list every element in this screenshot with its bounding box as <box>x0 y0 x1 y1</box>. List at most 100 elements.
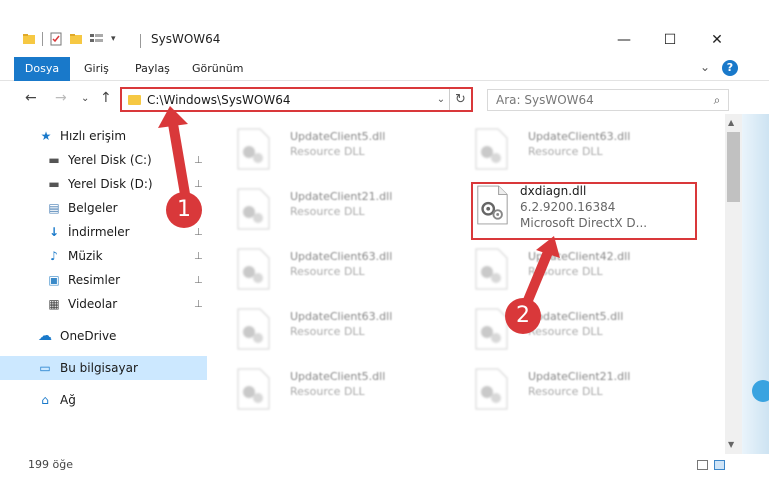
forward-arrow-icon[interactable]: → <box>55 90 67 106</box>
search-placeholder[interactable]: Ara: SysWOW64 <box>496 93 706 107</box>
properties-icon[interactable] <box>49 32 63 46</box>
videos-icon: ▦ <box>48 297 60 311</box>
sidebar-item-label: Bu bilgisayar <box>60 361 138 375</box>
maximize-button[interactable]: ☐ <box>647 26 693 54</box>
decorative-ball <box>752 380 769 402</box>
title-divider <box>140 34 141 48</box>
folder-icon[interactable] <box>22 32 36 46</box>
item-count: 199 öğe <box>28 458 73 471</box>
file-tile[interactable]: UpdateClient63.dll Resource DLL <box>226 302 451 352</box>
scroll-thumb[interactable] <box>727 132 740 202</box>
address-bar[interactable]: C:\Windows\SysWOW64 ⌄ ↻ <box>120 87 473 112</box>
sidebar-item-pictures[interactable]: ▣ Resimler ⊥ <box>0 268 207 292</box>
details-view-icon[interactable] <box>697 460 708 470</box>
vertical-scrollbar[interactable]: ▲ ▼ <box>725 114 742 454</box>
navigation-bar: ← → ⌄ ↑ C:\Windows\SysWOW64 ⌄ ↻ Ara: Sys… <box>0 84 769 114</box>
dll-file-icon <box>475 128 508 170</box>
file-list: UpdateClient5.dll Resource DLL UpdateCli… <box>210 118 725 454</box>
address-dropdown-icon[interactable]: ⌄ <box>433 94 449 105</box>
file-tile[interactable]: UpdateClient5.dll Resource DLL <box>226 362 451 412</box>
file-name: UpdateClient63.dll <box>290 310 393 323</box>
sidebar-item-label: Müzik <box>68 249 103 263</box>
pin-icon: ⊥ <box>194 226 203 238</box>
tab-view[interactable]: Görünüm <box>192 57 243 81</box>
dll-file-icon <box>237 368 270 410</box>
sidebar-item-onedrive[interactable]: ☁ OneDrive <box>0 324 207 348</box>
file-type: Resource DLL <box>528 385 603 398</box>
cloud-icon: ☁ <box>38 328 52 344</box>
music-icon: ♪ <box>50 249 58 263</box>
file-tile[interactable]: UpdateClient21.dll Resource DLL <box>226 182 451 232</box>
documents-icon: ▤ <box>48 201 60 215</box>
scroll-up-icon[interactable]: ▲ <box>728 118 734 127</box>
ribbon-expand-icon[interactable]: ⌄ <box>700 60 710 74</box>
folder-icon <box>128 94 141 105</box>
back-arrow-icon[interactable]: ← <box>25 90 37 106</box>
file-name: UpdateClient21.dll <box>290 190 393 203</box>
window-title: SysWOW64 <box>151 32 221 46</box>
file-tile[interactable]: UpdateClient42.dll Resource DLL <box>464 242 689 292</box>
search-box[interactable]: Ara: SysWOW64 ⌕ <box>487 89 729 111</box>
scroll-down-icon[interactable]: ▼ <box>728 440 734 449</box>
file-name: UpdateClient21.dll <box>528 370 631 383</box>
file-type: Resource DLL <box>528 325 603 338</box>
sidebar-item-this-pc[interactable]: ▭ Bu bilgisayar <box>0 356 207 380</box>
download-icon: ↓ <box>48 225 60 239</box>
file-highlight-box <box>471 182 697 240</box>
callout-2: 2 <box>505 298 541 334</box>
up-arrow-icon[interactable]: ↑ <box>100 90 112 106</box>
tab-home[interactable]: Giriş <box>84 57 109 81</box>
background-edge <box>742 114 769 454</box>
network-icon: ⌂ <box>41 393 49 407</box>
file-tile[interactable]: UpdateClient63.dll Resource DLL <box>226 242 451 292</box>
tab-share[interactable]: Paylaş <box>135 57 170 81</box>
sidebar-item-videos[interactable]: ▦ Videolar ⊥ <box>0 292 207 316</box>
help-icon[interactable]: ? <box>722 60 738 76</box>
sidebar-item-label: Hızlı erişim <box>60 129 127 143</box>
sidebar-item-music[interactable]: ♪ Müzik ⊥ <box>0 244 207 268</box>
search-icon[interactable]: ⌕ <box>706 93 728 108</box>
close-button[interactable]: ✕ <box>694 26 740 54</box>
sidebar-item-label: İndirmeler <box>68 225 130 239</box>
sidebar-item-label: OneDrive <box>60 329 117 343</box>
file-tile[interactable]: UpdateClient5.dll Resource DLL <box>226 122 451 172</box>
file-tile[interactable]: UpdateClient21.dll Resource DLL <box>464 362 689 412</box>
file-name: UpdateClient63.dll <box>528 130 631 143</box>
file-name: UpdateClient5.dll <box>290 130 386 143</box>
refresh-icon[interactable]: ↻ <box>449 89 471 110</box>
dll-file-icon <box>475 248 508 290</box>
customize-dropdown-icon[interactable]: ▾ <box>111 34 116 44</box>
file-type: Resource DLL <box>290 205 365 218</box>
large-icons-view-icon[interactable] <box>714 460 725 470</box>
sidebar-item-local-disk-d[interactable]: ▬ Yerel Disk (D:) ⊥ <box>0 172 207 196</box>
file-tile[interactable]: UpdateClient63.dll Resource DLL <box>464 122 689 172</box>
status-bar: 199 öğe <box>0 455 769 475</box>
sidebar-item-label: Videolar <box>68 297 118 311</box>
file-type: Resource DLL <box>290 145 365 158</box>
recent-locations-icon[interactable]: ⌄ <box>81 93 89 104</box>
address-path[interactable]: C:\Windows\SysWOW64 <box>147 93 433 107</box>
sidebar-item-label: Yerel Disk (D:) <box>68 177 153 191</box>
view-options-icon[interactable] <box>89 32 105 46</box>
sidebar-item-label: Yerel Disk (C:) <box>68 153 152 167</box>
minimize-button[interactable]: — <box>601 26 647 54</box>
drive-icon: ▬ <box>48 177 60 191</box>
callout-1: 1 <box>166 192 202 228</box>
pin-icon: ⊥ <box>194 154 203 166</box>
tab-file[interactable]: Dosya <box>14 57 70 81</box>
sidebar-item-local-disk-c[interactable]: ▬ Yerel Disk (C:) ⊥ <box>0 148 207 172</box>
file-tile[interactable]: UpdateClient5.dll Resource DLL <box>464 302 689 352</box>
pin-icon: ⊥ <box>194 178 203 190</box>
file-type: Resource DLL <box>528 265 603 278</box>
file-name: UpdateClient5.dll <box>528 310 624 323</box>
new-folder-icon[interactable] <box>69 32 83 46</box>
file-name: UpdateClient63.dll <box>290 250 393 263</box>
pictures-icon: ▣ <box>48 273 60 287</box>
quick-access-toolbar: ▾ <box>22 32 116 46</box>
pin-icon: ⊥ <box>194 274 203 286</box>
sidebar-item-network[interactable]: ⌂ Ağ <box>0 388 207 412</box>
file-name: UpdateClient42.dll <box>528 250 631 263</box>
sidebar-item-quick-access[interactable]: ★ Hızlı erişim <box>0 124 207 148</box>
dll-file-icon <box>237 128 270 170</box>
ribbon: Dosya Giriş Paylaş Görünüm ⌄ ? <box>0 57 769 81</box>
